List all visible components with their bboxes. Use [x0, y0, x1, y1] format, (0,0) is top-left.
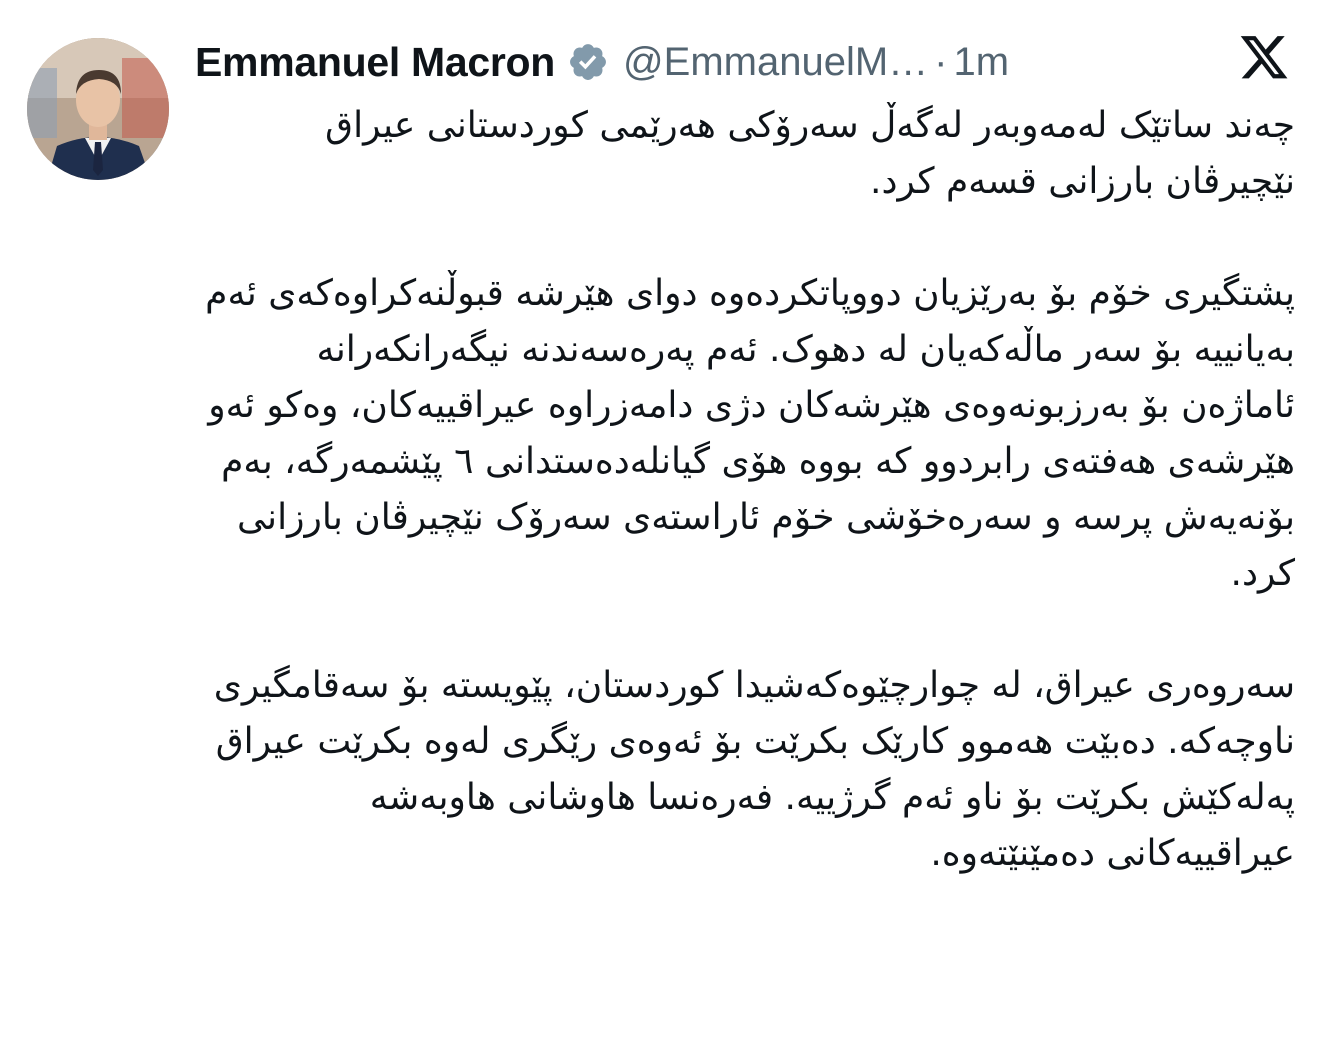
- x-logo-icon: [1238, 36, 1290, 84]
- author-name[interactable]: Emmanuel Macron: [195, 39, 555, 86]
- author-handle[interactable]: @EmmanuelM…: [623, 40, 928, 85]
- verified-badge-icon: [567, 41, 609, 83]
- tweet-header: Emmanuel Macron @EmmanuelM… · 1m: [195, 34, 1009, 90]
- tweet-card: Emmanuel Macron @EmmanuelM… · 1m چەند سا…: [0, 0, 1320, 1044]
- tweet-text: چەند ساتێک لەمەوبەر لەگەڵ سەرۆکی هەرێمی …: [195, 98, 1295, 882]
- post-timestamp[interactable]: 1m: [954, 40, 1010, 85]
- tweet-paragraph-3: سەروەری عیراق، لە چوارچێوەکەشیدا کوردستا…: [213, 665, 1295, 874]
- separator-dot: ·: [934, 39, 948, 84]
- avatar[interactable]: [27, 38, 169, 180]
- tweet-paragraph-2: پشتگیری خۆم بۆ بەرێزیان دووپاتکردەوە دوا…: [205, 273, 1295, 594]
- tweet-paragraph-1: چەند ساتێک لەمەوبەر لەگەڵ سەرۆکی هەرێمی …: [325, 105, 1295, 202]
